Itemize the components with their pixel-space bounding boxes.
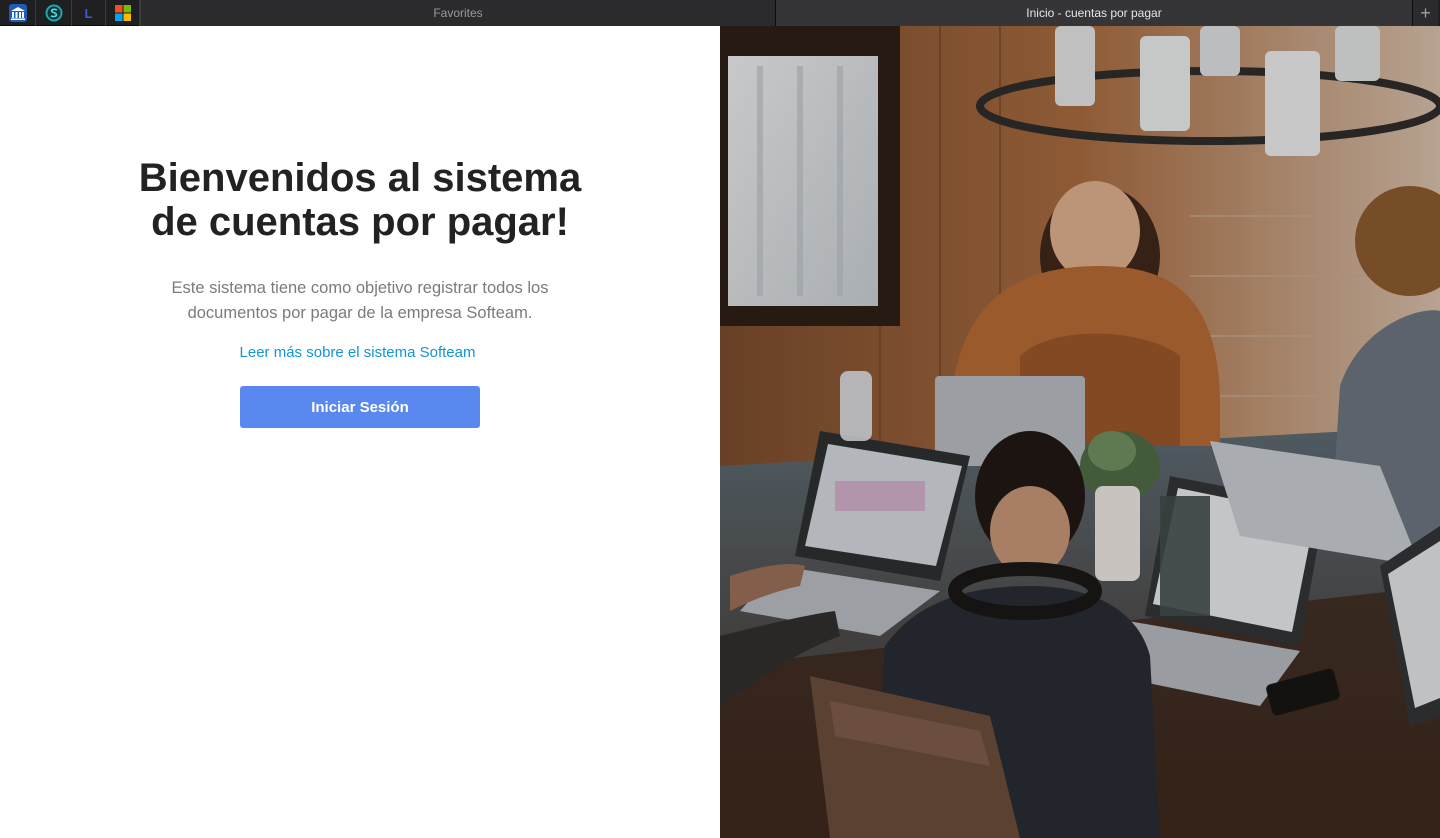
browser-tab-bar: L Favorites Inicio - cuentas por pagar + (0, 0, 1440, 26)
welcome-panel: Bienvenidos al sistema de cuentas por pa… (0, 26, 720, 838)
microsoft-icon[interactable] (106, 0, 140, 26)
hero-photo (720, 26, 1440, 838)
new-tab-button[interactable]: + (1412, 0, 1438, 26)
photo-icon (720, 26, 1440, 838)
login-button[interactable]: Iniciar Sesión (240, 386, 480, 428)
tab-favorites[interactable]: Favorites (140, 0, 776, 26)
letter-l-glyph: L (84, 5, 93, 21)
page-description: Este sistema tiene como objetivo registr… (171, 279, 549, 322)
bank-icon[interactable] (0, 0, 36, 26)
s-circle-icon[interactable] (36, 0, 72, 26)
tab-active-title: Inicio - cuentas por pagar (1026, 6, 1162, 20)
page-title-line-1: Bienvenidos al sistema (138, 156, 582, 200)
page-title: Bienvenidos al sistema de cuentas por pa… (0, 156, 720, 244)
tab-favorites-label: Favorites (433, 6, 483, 20)
read-more-link[interactable]: Leer más sobre el sistema Softeam (0, 344, 715, 361)
plus-icon: + (1420, 2, 1431, 23)
letter-l-icon[interactable]: L (72, 0, 106, 26)
page-title-line-2: de cuentas por pagar! (151, 200, 569, 244)
tab-active-page[interactable]: Inicio - cuentas por pagar (776, 0, 1412, 26)
